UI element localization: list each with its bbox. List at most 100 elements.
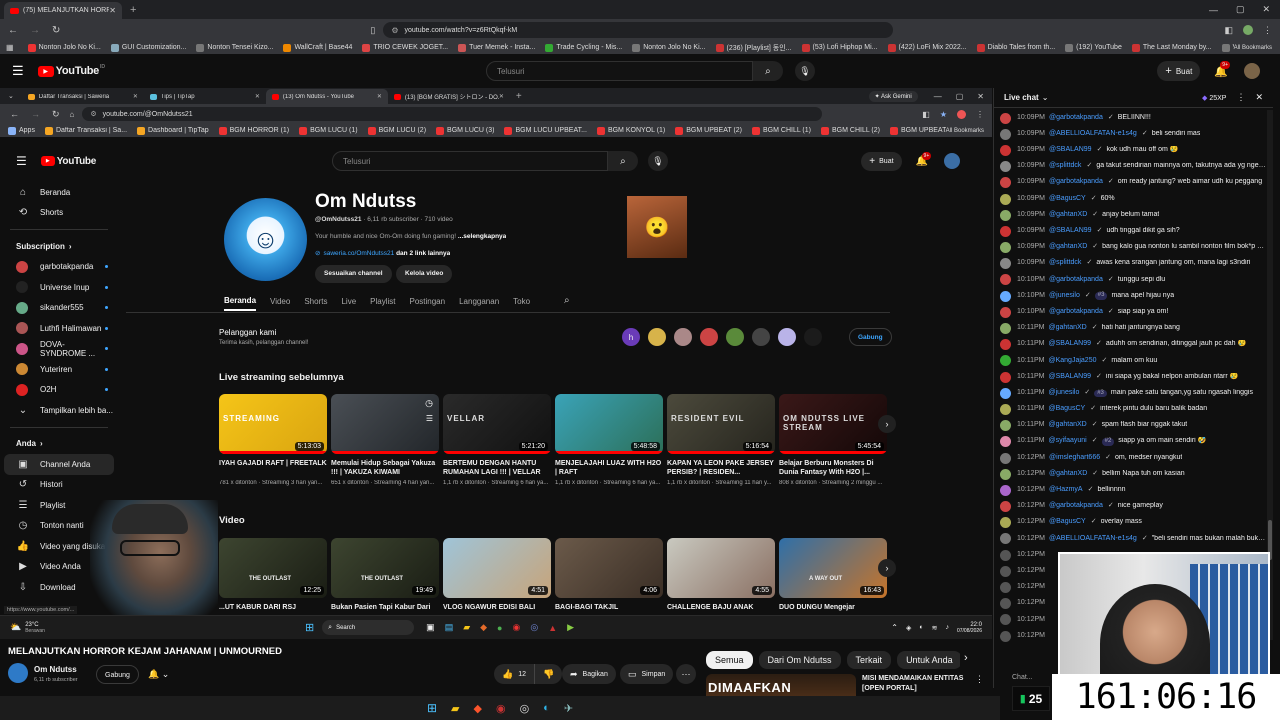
chat-author[interactable]: @imsleghart666 xyxy=(1049,454,1100,463)
outer-bookmark[interactable]: The Last Monday by... xyxy=(1131,43,1212,53)
menu-icon[interactable]: ⋮ xyxy=(1263,25,1272,36)
member-avatar[interactable] xyxy=(752,328,770,346)
video-thumbnail[interactable]: THE OUTLAST 19:49 xyxy=(331,538,439,598)
video-thumbnail[interactable]: 4:51 xyxy=(443,538,551,598)
minimize-icon[interactable]: — xyxy=(1209,5,1218,15)
chat-message[interactable]: 10:12PM @gahtanXD ✓ bellim Napa tuh om kasi… xyxy=(994,466,1273,482)
add-to-queue-icon[interactable]: ☰ xyxy=(426,414,433,423)
rec-menu-icon[interactable]: ⋮ xyxy=(975,674,984,685)
save-button[interactable]: ▭ Simpan xyxy=(620,664,674,684)
chat-author[interactable]: @HazmyA xyxy=(1049,486,1083,495)
sidebar-you-item[interactable]: ↺ Histori xyxy=(0,475,118,496)
inner-home-icon[interactable]: ⌂ xyxy=(70,110,75,119)
inner-back-icon[interactable]: ← xyxy=(10,109,19,119)
sidebar-subscription-item[interactable]: Universe Inup xyxy=(0,277,118,298)
outer-bookmark[interactable]: (422) LoFi Mix 2022... xyxy=(887,43,967,53)
watch-channel-name[interactable]: Om Ndutss xyxy=(34,665,77,674)
chat-author[interactable]: @splittdck xyxy=(1049,259,1081,268)
chat-message[interactable]: 10:09PM @gahtanXD ✓ bang kalo gua nonton lu… xyxy=(994,240,1273,256)
chat-message[interactable]: 10:09PM @gahtanXD ✓ anjay belum tamat xyxy=(994,207,1273,223)
inner-bookmark[interactable]: Apps xyxy=(8,126,35,135)
taskbar-app-icon[interactable]: ▣ xyxy=(426,622,435,633)
chat-message[interactable]: 10:09PM @splittdck ✓ ga takut sendirian mai… xyxy=(994,159,1273,175)
chat-author[interactable]: @gahtanXD xyxy=(1049,243,1087,252)
chat-message[interactable]: 10:11PM @junesilo ✓ #3 main pake satu tangan… xyxy=(994,385,1273,401)
chat-message[interactable]: 10:11PM @syifaayuni ✓ #2 siapp ya om main se… xyxy=(994,434,1273,450)
live-thumbnail[interactable]: OM NDUTSS LIVE STREAM 5:45:54 xyxy=(779,394,887,454)
taskbar-app-icon[interactable]: ◆ xyxy=(480,622,487,633)
inner-maximize-icon[interactable]: ▢ xyxy=(956,92,964,101)
chat-menu-icon[interactable]: ⋮ xyxy=(1236,92,1245,103)
notification-bell-icon[interactable]: 🔔 9+ xyxy=(1214,60,1230,78)
sidebar-you-item[interactable]: ▣ Channel Anda xyxy=(4,454,114,475)
inner-bell-icon[interactable]: 🔔 9+ xyxy=(916,151,932,167)
sidebar-subscription-item[interactable]: Yuteriren xyxy=(0,359,118,380)
inner-profile-icon[interactable] xyxy=(957,109,966,119)
chat-author[interactable]: @gahtanXD xyxy=(1049,421,1087,430)
inner-menu-icon[interactable]: ⋮ xyxy=(976,110,984,119)
video-title[interactable]: Bukan Pasien Tapi Kabur Dari xyxy=(331,603,439,615)
channel-tab[interactable]: Langganan xyxy=(459,297,499,310)
chat-author[interactable]: @SBALAN99 xyxy=(1049,340,1092,349)
mic-icon[interactable]: 🎙 xyxy=(794,61,815,81)
live-thumbnail[interactable]: ◷ ☰ xyxy=(331,394,439,454)
video-thumbnail[interactable]: 4:06 xyxy=(555,538,663,598)
channel-tab[interactable]: Live xyxy=(341,297,356,310)
join-button[interactable]: Gabung xyxy=(849,328,892,346)
chat-message[interactable]: 10:09PM @SBALAN99 ✓ udh tinggal dikit ga si… xyxy=(994,223,1273,239)
live-card[interactable]: STREAMING 5:13:03 IYAH GAJADI RAFT | FREET… xyxy=(219,394,327,494)
inner-bookmark[interactable]: BGM LUCU UPBEAT... xyxy=(504,126,587,135)
sidebar-subscription-heading[interactable]: Subscription › xyxy=(0,236,118,257)
inner-all-bookmarks[interactable]: All Bookmarks xyxy=(946,128,984,134)
rec-title[interactable]: MISI MENDAMAIKAN ENTITAS [OPEN PORTAL] xyxy=(862,674,972,694)
chat-author[interactable]: @ABELLIOALFATAN-e1s4g xyxy=(1049,130,1137,139)
inner-bookmark[interactable]: BGM CHILL (1) xyxy=(752,126,811,135)
watch-join-button[interactable]: Gabung xyxy=(96,665,139,684)
channel-tab[interactable]: Playlist xyxy=(370,297,395,310)
chat-message[interactable]: 10:11PM @gahtanXD ✓ spam flash biar nggak t… xyxy=(994,418,1273,434)
inner-reload-icon[interactable]: ↻ xyxy=(52,109,60,120)
more-actions-icon[interactable]: ⋯ xyxy=(676,664,696,684)
watch-channel-avatar[interactable] xyxy=(8,663,28,683)
inner-bookmark[interactable]: BGM LUCU (1) xyxy=(299,126,358,135)
inner-bookmark[interactable]: Daftar Transaksi | Sa... xyxy=(44,126,127,135)
chat-message[interactable]: 10:09PM @garbotakpanda ✓ om ready jantung? … xyxy=(994,175,1273,191)
inner-youtube-logo-icon[interactable]: ▶ xyxy=(40,156,55,166)
profile-icon[interactable] xyxy=(1243,25,1253,35)
chat-message[interactable]: 10:10PM @junesilo ✓ #3 mana apel hijau nya xyxy=(994,288,1273,304)
taskbar-app-icon[interactable]: ◉ xyxy=(512,622,520,633)
inner-minimize-icon[interactable]: — xyxy=(934,92,942,101)
site-info-icon[interactable]: ⚙ xyxy=(391,26,398,35)
sidebar-subscription-item[interactable]: O2H xyxy=(0,380,118,401)
channel-tab[interactable]: Shorts xyxy=(304,297,327,310)
chat-author[interactable]: @junesilo xyxy=(1049,292,1080,301)
chat-author[interactable]: @garbotakpanda xyxy=(1049,178,1103,187)
chat-message[interactable]: 10:11PM @gahtanXD ✓ hati hati jantungnya ba… xyxy=(994,320,1273,336)
live-card[interactable]: 5:48:58 MENJELAJAHI LUAZ WITH H2O | RAFT 1… xyxy=(555,394,663,494)
file-explorer-icon[interactable]: ▰ xyxy=(451,702,459,715)
inner-extensions-icon[interactable]: ◧ xyxy=(922,110,930,119)
chat-message[interactable]: 10:11PM @SBALAN99 ✓ ini siapa yg bakal nelp… xyxy=(994,369,1273,385)
outer-create-button[interactable]: + Buat xyxy=(1157,61,1201,81)
taskbar-app-icon[interactable]: ◎ xyxy=(530,622,538,633)
more-link[interactable]: ...selengkapnya xyxy=(458,233,506,240)
close-icon[interactable]: ✕ xyxy=(133,93,138,100)
hamburger-menu-icon[interactable]: ☰ xyxy=(12,63,24,79)
recommendation-chip[interactable]: Terkait xyxy=(846,651,892,669)
chat-author[interactable]: @gahtanXD xyxy=(1049,211,1087,220)
chat-header-title[interactable]: Live chat xyxy=(1004,93,1039,102)
avatar[interactable] xyxy=(1244,63,1260,79)
live-title[interactable]: KAPAN YA LEON PAKE JERSEY PERSIB? | RESI… xyxy=(667,459,775,479)
channel-link-more[interactable]: dan 2 link lainnya xyxy=(396,250,450,257)
channel-tab[interactable]: Toko xyxy=(513,297,530,310)
chat-author[interactable]: @garbotakpanda xyxy=(1049,114,1103,123)
chat-message[interactable]: 10:12PM @imsleghart666 ✓ om, medser nyangku… xyxy=(994,450,1273,466)
inner-bookmark[interactable]: BGM CHILL (2) xyxy=(821,126,880,135)
channel-search-icon[interactable]: ⌕ xyxy=(564,295,570,306)
extensions-icon[interactable]: ◧ xyxy=(1224,25,1233,36)
video-title[interactable]: VLOG NGAWUR EDISI BALI xyxy=(443,603,551,615)
channel-tab[interactable]: Video xyxy=(270,297,290,310)
live-card[interactable]: VELLAR 5:21:20 BERTEMU DENGAN HANTU RUMAHA… xyxy=(443,394,551,494)
outer-bookmark[interactable]: TRIO CEWEK JOGET... xyxy=(362,43,448,53)
chat-author[interactable]: @BagusCY xyxy=(1049,405,1086,414)
